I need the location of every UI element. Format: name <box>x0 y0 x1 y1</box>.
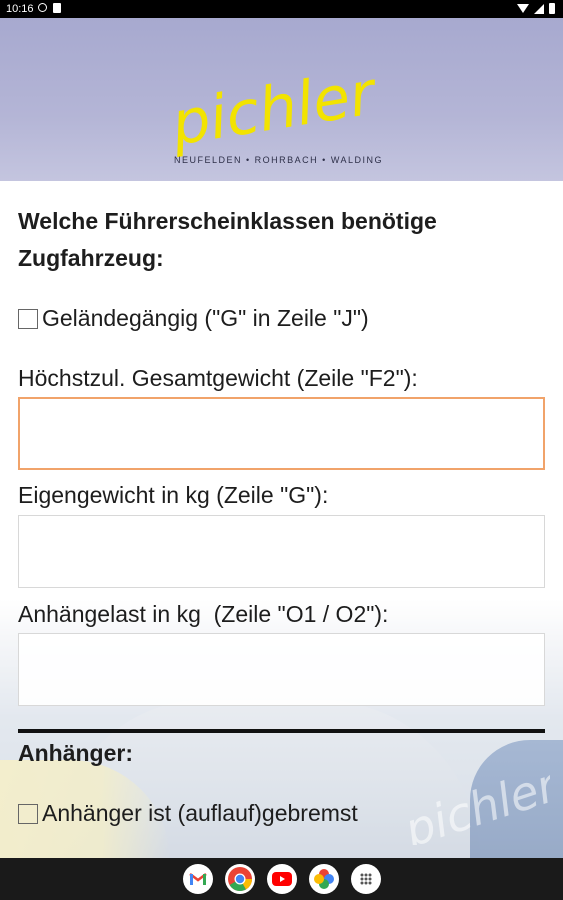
status-bar: 10:16 <box>0 0 563 18</box>
youtube-icon[interactable] <box>267 864 297 894</box>
total-weight-input[interactable] <box>18 397 545 470</box>
app-dock <box>0 858 563 900</box>
total-weight-label: Höchstzul. Gesamtgewicht (Zeile "F2"): <box>18 365 418 391</box>
header-banner: pichler NEUFELDEN • ROHRBACH • WALDING <box>0 18 563 181</box>
logo-subtitle: NEUFELDEN • ROHRBACH • WALDING <box>174 155 383 165</box>
status-notification-icons <box>38 3 61 13</box>
wifi-icon <box>517 4 529 13</box>
section-divider <box>18 729 545 733</box>
photos-icon[interactable] <box>309 864 339 894</box>
offroad-checkbox[interactable] <box>18 308 38 329</box>
curb-weight-label: Eigengewicht in kg (Zeile "G"): <box>18 482 329 508</box>
battery-icon <box>549 3 555 14</box>
towing-capacity-label: Anhängelast in kg (Zeile "O1 / O2"): <box>18 601 389 627</box>
status-time: 10:16 <box>6 3 34 15</box>
chrome-icon[interactable] <box>225 864 255 894</box>
towing-capacity-input[interactable] <box>18 633 545 706</box>
notification-icon <box>38 3 47 12</box>
status-system-icons <box>517 3 555 14</box>
offroad-checkbox-label: Geländegängig ("G" in Zeile "J") <box>42 305 369 331</box>
gmail-icon[interactable] <box>183 864 213 894</box>
trailer-section-title: Anhänger: <box>18 740 133 766</box>
curb-weight-input[interactable] <box>18 515 545 588</box>
checkbox-row-offroad[interactable]: Geländegängig ("G" in Zeile "J") <box>18 305 369 332</box>
pichler-logo: pichler <box>166 58 383 158</box>
cellular-icon <box>534 3 544 14</box>
trailer-braked-checkbox-label: Anhänger ist (auflauf)gebremst <box>42 800 358 826</box>
checkbox-row-trailer-braked[interactable]: Anhänger ist (auflauf)gebremst <box>18 800 358 827</box>
svg-text:pichler: pichler <box>166 58 383 158</box>
app-drawer-icon[interactable] <box>351 864 381 894</box>
trailer-braked-checkbox[interactable] <box>18 803 38 824</box>
question-title: Welche Führerscheinklassen benötige Zugf… <box>18 208 437 271</box>
sim-icon <box>53 3 61 13</box>
